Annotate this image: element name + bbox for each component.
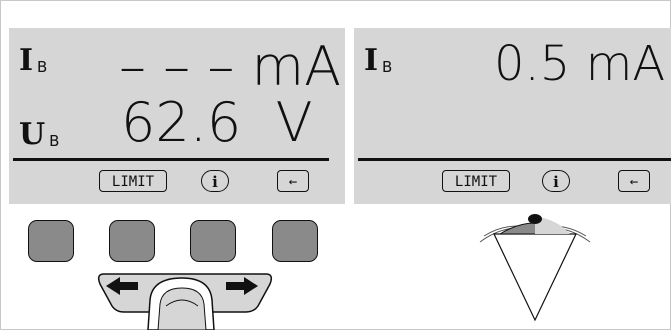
softkey-limit: LIMIT [99,170,167,192]
softkey-info: i [542,170,570,192]
lcd-divider [13,158,329,161]
softkey-button-2[interactable] [109,220,155,262]
probe-contact-icon [479,214,591,322]
current-symbol: IB [19,43,48,78]
softkey-limit: LIMIT [442,170,510,192]
lcd-display-left: IB – – – mA UB 62.6 V LIMIT i ← [9,28,345,204]
voltage-symbol: UB [19,117,60,152]
lcd-divider [358,158,671,161]
voltage-reading: 62.6 V [121,91,313,154]
current-reading: 0.5 mA [494,36,666,92]
softkey-button-1[interactable] [28,220,74,262]
current-reading: – – – mA [119,35,342,98]
softkey-back: ← [277,170,309,192]
softkey-button-3[interactable] [190,220,236,262]
softkey-info: i [201,170,229,192]
softkey-back: ← [618,170,650,192]
lcd-display-right: IB 0.5 mA LIMIT i ← [354,28,671,204]
rocker-switch[interactable] [90,266,280,330]
softkey-button-4[interactable] [272,220,318,262]
current-symbol: IB [364,43,393,78]
